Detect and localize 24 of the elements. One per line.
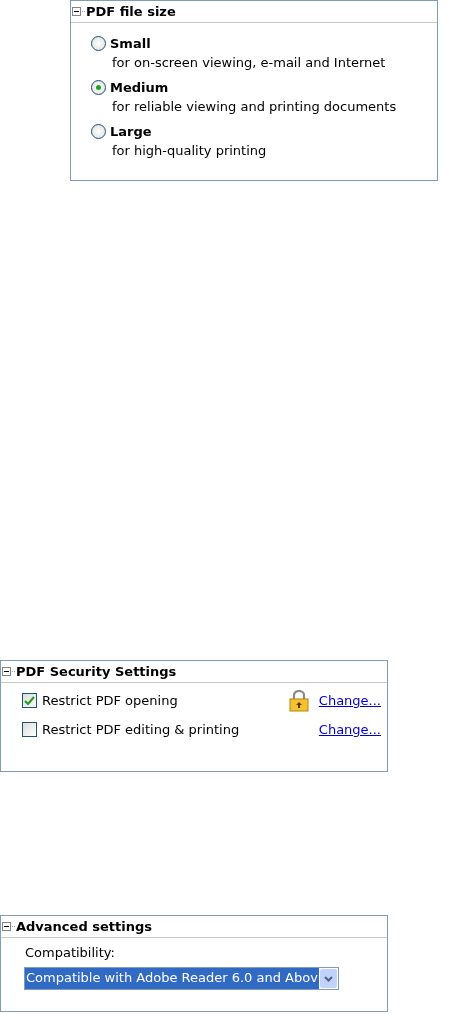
chevron-down-icon (323, 975, 333, 982)
option-description: for reliable viewing and printing documents (111, 99, 398, 115)
collapse-toggle-icon[interactable] (2, 667, 11, 676)
checkbox[interactable] (22, 722, 37, 737)
checkbox-label[interactable]: Restrict PDF editing & printing (42, 722, 319, 737)
collapse-toggle-icon[interactable] (72, 7, 81, 16)
radio-option[interactable]: Large (71, 119, 437, 143)
radio-button[interactable] (91, 35, 106, 51)
change-link[interactable]: Change... (318, 722, 381, 737)
compatibility-dropdown[interactable]: Compatible with Adobe Reader 6.0 and Abov (24, 967, 339, 990)
section-title: Advanced settings (16, 919, 152, 934)
option-description: for high-quality printing (111, 143, 268, 159)
radio-option[interactable]: Medium (71, 75, 437, 99)
collapse-toggle-icon[interactable] (2, 922, 11, 931)
radio-option[interactable]: Small (71, 31, 437, 55)
option-description: for on-screen viewing, e-mail and Internet (111, 55, 387, 71)
section-title: PDF file size (86, 4, 176, 19)
checkbox-label[interactable]: Restrict PDF opening (42, 693, 289, 708)
field-label: Compatibility: (24, 944, 116, 962)
change-link[interactable]: Change... (318, 693, 381, 708)
radio-button[interactable] (91, 79, 106, 95)
section-title: PDF Security Settings (16, 664, 177, 679)
radio-button[interactable] (91, 123, 106, 139)
checkbox[interactable] (22, 693, 37, 708)
